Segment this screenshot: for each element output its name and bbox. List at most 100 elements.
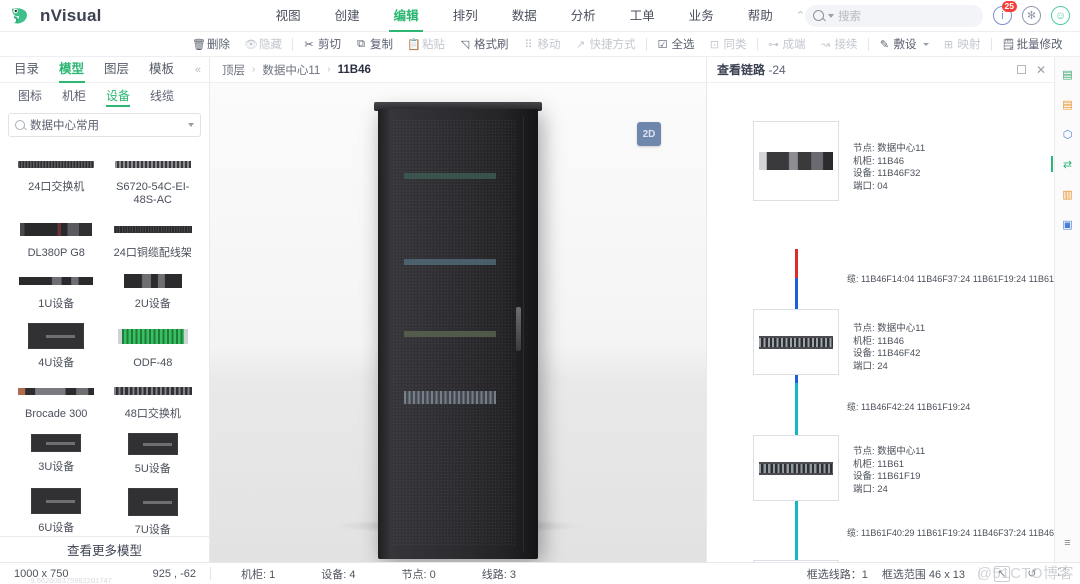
menu-item-business[interactable]: 业务 [672,0,731,32]
toolbar-terminate[interactable]: ⊶ 成端 [761,32,813,57]
link-node-info: 节点: 数据中心11 机柜: 11B46 设备: 11B46F32 端口: 04 [853,143,925,193]
copy-icon: ⧉ [357,37,365,50]
menu-item-view[interactable]: 视图 [259,0,318,32]
tab-template[interactable]: 模板 [139,57,184,83]
model-item[interactable]: 24口交换机 [8,149,105,213]
toolbar-paste[interactable]: 📋 粘贴 [400,32,452,57]
subtab-cable[interactable]: 线缆 [140,83,184,109]
subtab-device[interactable]: 设备 [96,83,140,109]
link-node-info: 节点: 数据中心11 机柜: 11B61 设备: 11B61F19 端口: 24 [853,446,925,496]
maximize-icon[interactable] [1016,65,1026,74]
model-item[interactable]: ODF-48 [105,317,202,376]
toolbar-mapping[interactable]: ⊞ 映射 [936,32,988,57]
model-item[interactable]: 48口交换机 [105,376,202,427]
chevron-down-icon[interactable] [922,42,929,46]
toolbar-hide-label: 隐藏 [259,39,282,51]
notification-icon[interactable]: i 25 [993,1,1017,25]
model-item[interactable]: 3U设备 [8,427,105,482]
node-port: 端口: 04 [853,180,888,192]
toolbar-delete[interactable]: 🗑 删除 [185,32,237,57]
tab-catalog[interactable]: 目录 [4,57,49,83]
more-menu-icon[interactable]: ≡ [1059,534,1077,552]
toolbar-cut[interactable]: ✂ 剪切 [296,32,348,57]
model-item[interactable]: 5U设备 [105,427,202,482]
select-all-icon: ☑ [657,38,668,51]
subtab-cabinet[interactable]: 机柜 [52,83,96,109]
attribute-list-icon[interactable]: ▥ [1059,185,1077,203]
rack-3d-model[interactable] [374,102,542,559]
toolbar-hide[interactable]: 👁 隐藏 [237,32,289,57]
cable-label: 缆: 11B61F40:29 11B61F19:24 11B46F37:24 1… [847,528,1054,538]
toolbar-copy[interactable]: ⧉ 复制 [348,32,400,57]
toolbar-shortcut[interactable]: ↗ 快捷方式 [568,32,643,57]
chevron-down-icon[interactable] [828,13,834,18]
global-search-input[interactable]: 搜索 [805,4,983,27]
link-node-card[interactable] [753,435,839,501]
toolbar-lay-cable[interactable]: ✎ 敷设 [872,32,936,57]
topology-icon[interactable]: ⬡ [1059,125,1077,143]
model-item[interactable]: Brocade 300 [8,376,105,427]
device-thumbnail [18,387,95,395]
toolbar-splice[interactable]: ↝ 接续 [813,32,865,57]
model-label: 7U设备 [134,524,171,536]
close-icon[interactable]: ✕ [1036,64,1046,76]
link-node-card[interactable] [753,121,839,201]
subtab-icon[interactable]: 图标 [8,83,52,109]
model-item[interactable]: S6720-54C-EI-48S-AC [105,149,202,213]
menu-item-workorder[interactable]: 工单 [613,0,672,32]
chevron-up-icon[interactable]: ⌃ [796,9,805,22]
model-item[interactable]: 6U设备 [8,482,105,536]
menu-item-arrange[interactable]: 排列 [436,0,495,32]
count-node: 节点: 0 [402,566,436,582]
list-panel-icon[interactable]: ▤ [1059,95,1077,113]
monitor-icon[interactable]: ▣ [1059,215,1077,233]
menu-item-help[interactable]: 帮助 [731,0,790,32]
link-view-icon[interactable]: ⇄ [1050,155,1077,173]
selection-range: 框选范围 46 x 13 [882,566,965,582]
model-item[interactable]: 1U设备 [8,266,105,317]
menu-item-data[interactable]: 数据 [495,0,554,32]
link-chain-scroll[interactable]: 节点: 数据中心11 机柜: 11B46 设备: 11B46F32 端口: 04… [707,83,1054,562]
model-item[interactable]: 4U设备 [8,317,105,376]
menu-item-analysis[interactable]: 分析 [554,0,613,32]
toolbar-format-brush[interactable]: ◹ 格式刷 [452,32,516,57]
device-thumbnail [127,433,178,455]
toolbar-batch-edit[interactable]: 🗒 批量修改 [995,32,1070,57]
gear-icon[interactable]: ✻ [1022,6,1041,25]
menu-item-edit[interactable]: 编辑 [377,0,436,32]
toolbar-same-type[interactable]: ⊡ 同类 [702,32,754,57]
link-node-card[interactable] [753,309,839,375]
link-panel-actions: ✕ [1016,64,1046,76]
node-name: 节点: 数据中心11 [853,143,926,154]
property-panel-icon[interactable]: ▤ [1059,65,1077,83]
chevron-left-icon[interactable]: « [195,64,209,76]
tab-model[interactable]: 模型 [49,57,94,83]
toolbar-divider [292,37,293,51]
cable-label: 缆: 11B46F14:04 11B46F37:24 11B61F19:24 1… [847,274,1054,284]
search-icon [15,120,25,130]
view-mode-toggle-2d[interactable]: 2D [637,122,661,146]
model-list[interactable]: 24口交换机 S6720-54C-EI-48S-AC DL380P G8 24口… [0,143,209,536]
view-more-models-button[interactable]: 查看更多模型 [0,536,209,562]
toolbar-move[interactable]: ⠿ 移动 [516,32,568,57]
canvas-3d-viewport[interactable]: 2D [210,83,706,562]
avatar[interactable]: ☺ [1051,6,1070,25]
model-search-input[interactable]: 数据中心常用 [8,113,201,137]
model-item[interactable]: 7U设备 [105,482,202,536]
model-item[interactable]: 24口铜缆配线架 [105,213,202,266]
device-thumbnail [20,222,93,236]
breadcrumb-item-top[interactable]: 顶层 [222,62,245,78]
menu-item-create[interactable]: 创建 [318,0,377,32]
toolbar-select-all[interactable]: ☑ 全选 [650,32,702,57]
breadcrumb-item-datacenter[interactable]: 数据中心11 [262,62,320,78]
model-item[interactable]: 2U设备 [105,266,202,317]
breadcrumb-item-current[interactable]: 11B46 [338,64,371,76]
device-thumbnail [113,225,192,233]
model-item[interactable]: DL380P G8 [8,213,105,266]
tab-layer[interactable]: 图层 [94,57,139,83]
chevron-down-icon[interactable] [188,123,194,127]
link-panel-title: 查看链路 -24 [717,61,786,78]
lay-cable-icon: ✎ [879,38,890,51]
left-panel: 目录 模型 图层 模板 « 图标 机柜 设备 线缆 数据中心常用 24口交换机 [0,57,210,562]
count-line-value: 3 [509,568,516,581]
